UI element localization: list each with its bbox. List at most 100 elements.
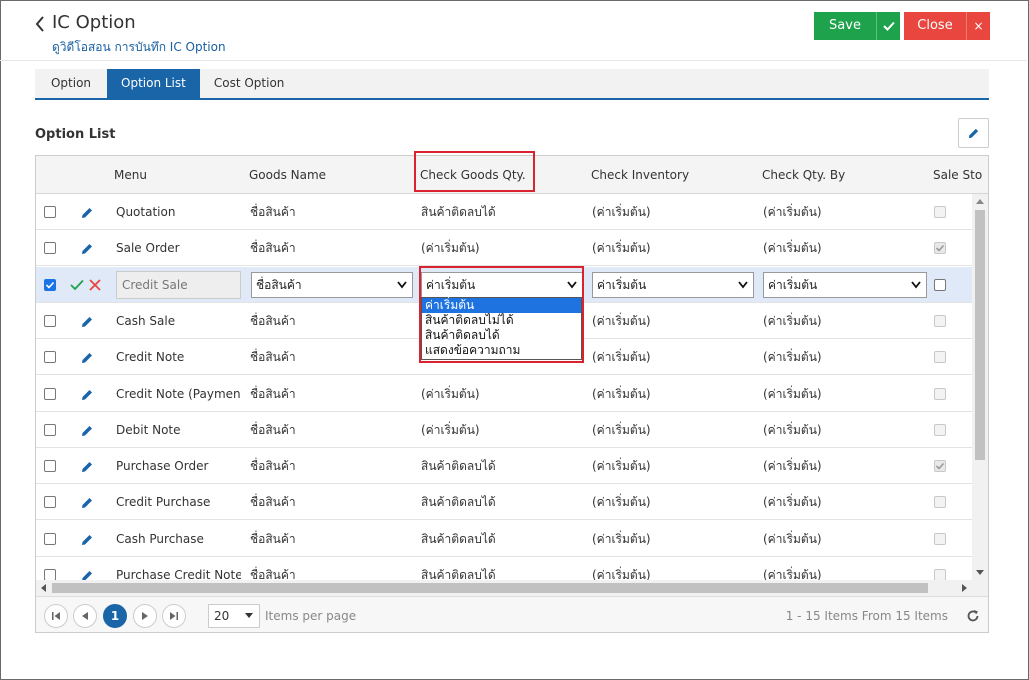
last-page-button[interactable] [162,604,186,628]
tab-option[interactable]: Option [35,69,107,98]
scroll-right-icon[interactable] [962,584,968,592]
confirm-check-icon[interactable] [70,279,84,291]
goods-name-cell: ชื่อสินค้า [250,205,296,219]
row-checkbox[interactable] [44,423,56,436]
prev-page-button[interactable] [73,604,97,628]
pencil-icon[interactable] [80,424,94,438]
row-checkbox[interactable] [44,351,56,364]
menu-cell: Cash Sale [116,313,176,328]
pencil-icon[interactable] [80,496,94,510]
table-row[interactable]: Credit Purchase ชื่อสินค้า สินค้าติดลบได้ (… [36,484,972,521]
select-value: ค่าเริ่มต้น [597,277,647,292]
pencil-icon[interactable] [80,315,94,329]
tab-cost-option[interactable]: Cost Option [200,69,299,98]
close-icon[interactable]: × [966,12,990,40]
back-arrow-icon[interactable] [33,14,47,34]
pencil-icon[interactable] [80,388,94,402]
goods-name-cell: ชื่อสินค้า [250,386,296,401]
table-row[interactable]: Cash Purchase ชื่อสินค้า สินค้าติดลบได้ (ค่… [36,520,972,557]
sale-stock-checkbox [934,387,946,400]
horizontal-scrollbar[interactable] [36,580,988,596]
first-page-button[interactable] [44,604,68,628]
check-icon [45,281,55,289]
cancel-x-icon[interactable] [89,278,101,291]
highlight-box-header [414,151,535,192]
table-row[interactable]: Debit Note ชื่อสินค้า (ค่าเริ่มต้น) (ค่าเริ… [36,411,972,448]
tutorial-link[interactable]: ดูวิดีโอสอน การบันทึก IC Option [52,38,226,57]
sale-stock-checkbox [934,206,946,218]
vertical-scrollbar[interactable] [972,194,988,580]
page-header: IC Option ดูวิดีโอสอน การบันทึก IC Optio… [0,0,1027,60]
check-inventory-cell: (ค่าเริ่มต้น) [592,386,651,401]
vertical-scroll-thumb[interactable] [975,210,985,460]
save-button[interactable]: Save [814,12,900,40]
page-size-select[interactable]: 20 [208,604,260,628]
header-divider [0,60,1027,61]
save-button-label: Save [829,18,861,33]
goods-name-cell: ชื่อสินค้า [250,459,296,474]
scroll-down-icon[interactable] [976,570,984,576]
sale-stock-checkbox [934,496,946,509]
check-goods-qty-cell: สินค้าติดลบได้ [421,459,496,474]
scroll-up-icon[interactable] [976,198,984,204]
row-checkbox[interactable] [44,278,56,291]
table-row[interactable]: Purchase Order ชื่อสินค้า สินค้าติดลบได้ (ค… [36,448,972,485]
close-button-label: Close [917,18,953,33]
check-qty-by-cell: (ค่าเริ่มต้น) [763,495,822,510]
close-button[interactable]: Close × [904,12,990,40]
pager: 1 20 Items per page 1 - 15 Items From 15… [36,596,988,632]
col-menu[interactable]: Menu [114,156,147,194]
horizontal-scroll-thumb[interactable] [52,583,928,593]
pencil-icon[interactable] [80,533,94,547]
menu-cell: Cash Purchase [116,531,204,546]
col-sale-stock[interactable]: Sale Sto [933,156,982,194]
col-goods-name[interactable]: Goods Name [249,156,326,194]
table-row[interactable]: Quotation ชื่อสินค้า สินค้าติดลบได้ (ค่าเริ… [36,194,972,230]
pencil-icon[interactable] [80,351,94,365]
page-button-current[interactable]: 1 [103,604,127,628]
sale-stock-checkbox[interactable] [934,278,946,291]
pencil-icon[interactable] [80,206,94,220]
save-options-button[interactable] [876,12,900,40]
check-inventory-cell: (ค่าเริ่มต้น) [592,459,651,474]
check-qty-by-select[interactable]: ค่าเริ่มต้น [763,271,927,298]
menu-input[interactable]: Credit Sale [116,270,241,299]
menu-cell: Quotation [116,205,176,219]
check-inventory-select[interactable]: ค่าเริ่มต้น [592,271,754,298]
pencil-icon[interactable] [80,242,94,256]
goods-name-cell: ชื่อสินค้า [250,495,296,510]
check-goods-qty-cell: สินค้าติดลบได้ [421,531,496,546]
pencil-icon[interactable] [80,460,94,474]
sale-stock-checkbox [934,351,946,364]
check-qty-by-cell: (ค่าเริ่มต้น) [763,350,822,365]
row-checkbox[interactable] [44,387,56,400]
pencil-icon [968,128,979,138]
tab-option-list[interactable]: Option List [107,69,200,98]
row-checkbox[interactable] [44,460,56,473]
chevron-down-icon [738,281,748,289]
menu-cell: Credit Note [116,350,185,365]
scroll-left-icon[interactable] [40,584,46,592]
check-qty-by-cell: (ค่าเริ่มต้น) [763,422,822,437]
check-inventory-cell: (ค่าเริ่มต้น) [592,422,651,437]
refresh-icon[interactable] [966,609,980,623]
next-page-button[interactable] [133,604,157,628]
row-checkbox[interactable] [44,532,56,545]
first-page-icon [52,612,60,620]
row-checkbox[interactable] [44,206,56,218]
check-icon [882,21,895,31]
col-check-qty-by[interactable]: Check Qty. By [762,156,845,194]
table-row[interactable]: Sale Order ชื่อสินค้า (ค่าเริ่มต้น) (ค่าเริ… [36,230,972,267]
goods-name-cell: ชื่อสินค้า [250,241,296,256]
edit-list-button[interactable] [958,118,989,148]
row-checkbox[interactable] [44,242,56,255]
col-check-inventory[interactable]: Check Inventory [591,156,689,194]
table-row[interactable]: Credit Note (Payment) ชื่อสินค้า (ค่าเริ่ม… [36,375,972,412]
check-qty-by-cell: (ค่าเริ่มต้น) [763,386,822,401]
row-checkbox[interactable] [44,496,56,509]
row-checkbox[interactable] [44,314,56,327]
menu-cell: Credit Purchase [116,495,211,510]
goods-name-select[interactable]: ชื่อสินค้า [251,271,413,298]
highlight-box-dropdown [419,266,584,363]
goods-name-cell: ชื่อสินค้า [250,422,296,437]
